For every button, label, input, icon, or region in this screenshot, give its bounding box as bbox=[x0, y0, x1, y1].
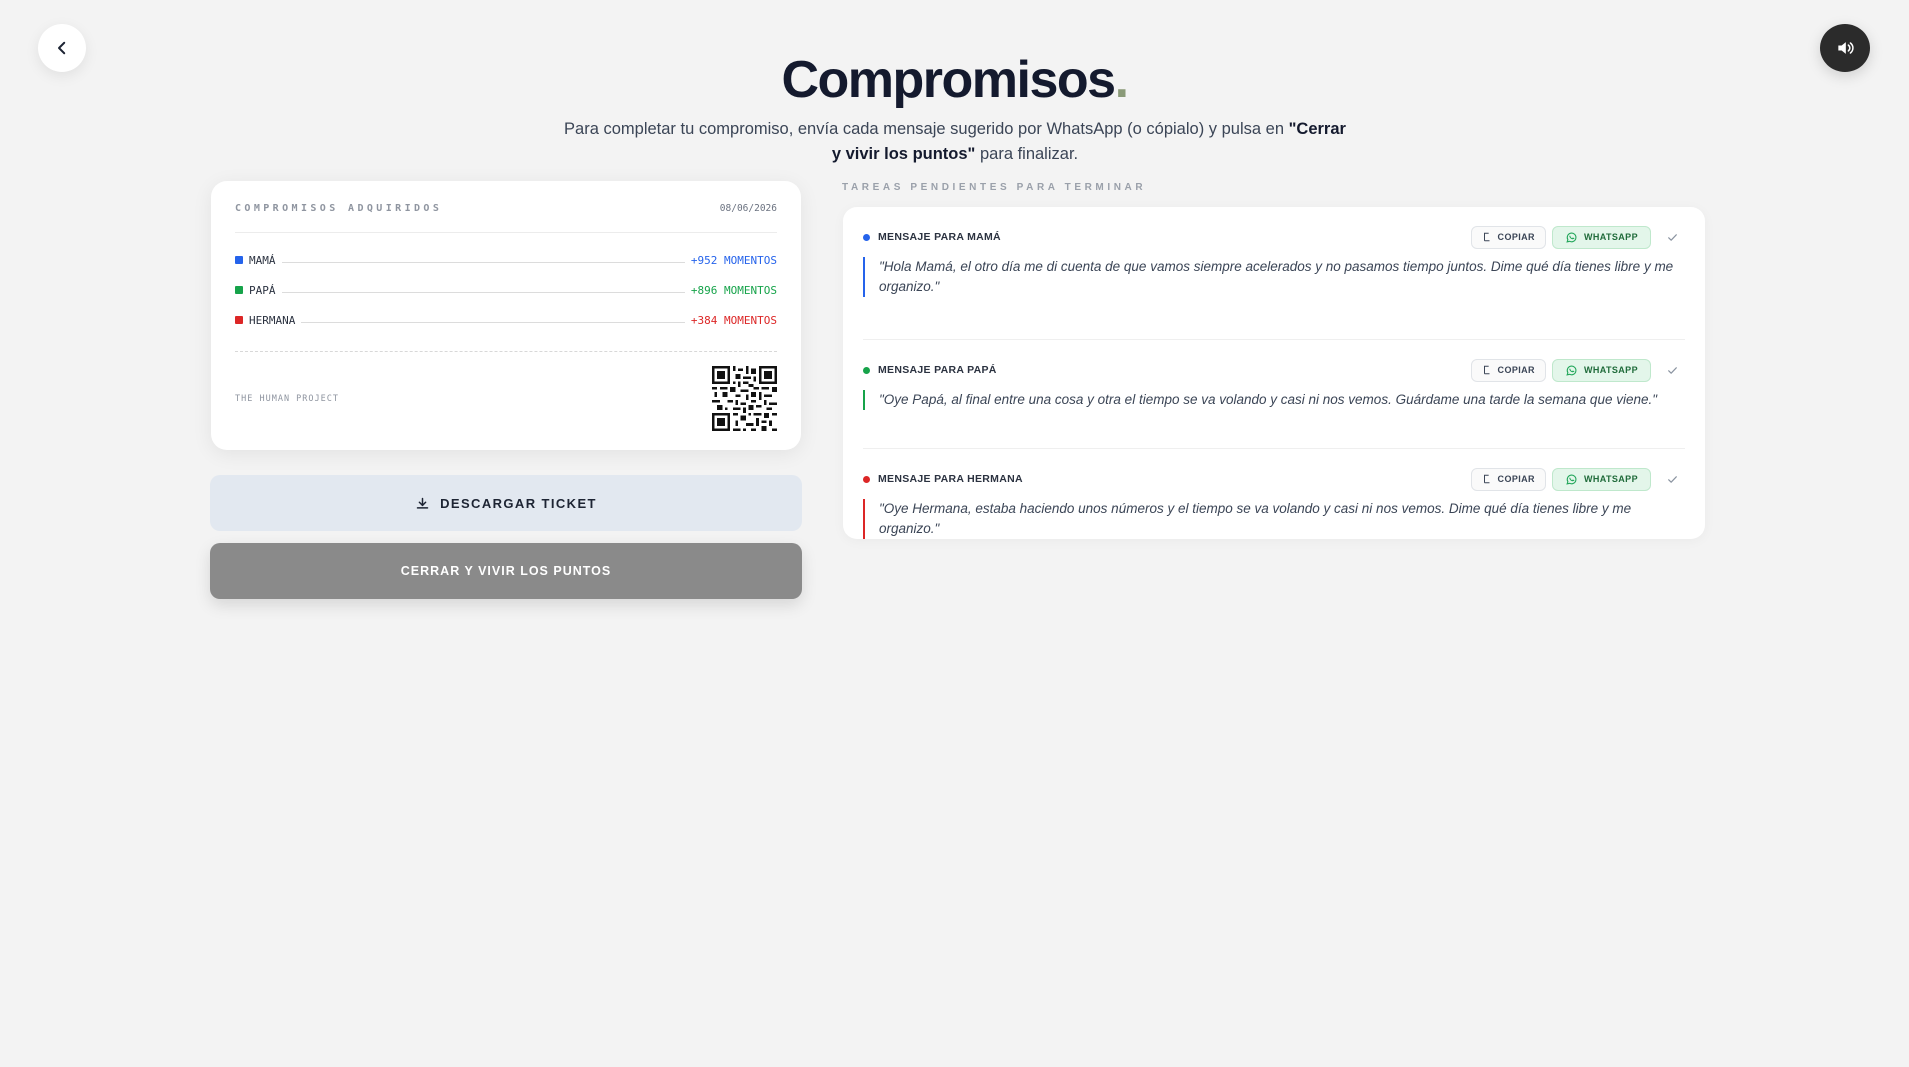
page-subtitle: Para completar tu compromiso, envía cada… bbox=[564, 120, 1346, 163]
check-icon bbox=[1667, 366, 1677, 374]
copy-label: COPIAR bbox=[1497, 365, 1535, 375]
suggested-message: "Oye Hermana, estaba haciendo unos númer… bbox=[863, 499, 1685, 539]
ticket-row-name: HERMANA bbox=[249, 313, 296, 327]
ticket-row-papa: PAPÁ +896 MOMENTOS bbox=[235, 275, 777, 305]
mark-done-button[interactable] bbox=[1663, 470, 1681, 488]
title-dot: . bbox=[1114, 51, 1129, 109]
copy-icon bbox=[1483, 365, 1490, 375]
ticket-row-name: PAPÁ bbox=[249, 283, 276, 297]
ticket-row-name: MAMÁ bbox=[249, 253, 276, 267]
whatsapp-button[interactable]: WHATSAPP bbox=[1551, 467, 1651, 491]
suggested-message: "Hola Mamá, el otro día me di cuenta de … bbox=[863, 257, 1685, 297]
ticket-row-leader bbox=[281, 291, 685, 293]
ticket-rows: MAMÁ +952 MOMENTOS PAPÁ +896 MOMENTOS HE… bbox=[235, 233, 777, 335]
ticket-row-leader bbox=[301, 321, 685, 323]
copy-icon bbox=[1483, 474, 1490, 484]
task-message-mama: MENSAJE PARA MAMÁ COPIAR WHATSAPP "Hola … bbox=[863, 221, 1685, 340]
download-icon bbox=[416, 497, 429, 509]
tasks-heading: TAREAS PENDIENTES PARA TERMINAR bbox=[842, 182, 1147, 193]
task-status-dot bbox=[863, 366, 870, 374]
whatsapp-button[interactable]: WHATSAPP bbox=[1551, 225, 1651, 249]
close-and-live-points-button[interactable]: CERRAR Y VIVIR LOS PUNTOS bbox=[210, 543, 802, 599]
ticket-row-value: +952 MOMENTOS bbox=[690, 253, 777, 267]
copy-label: COPIAR bbox=[1497, 474, 1535, 484]
ticket-row-color-marker bbox=[235, 256, 243, 264]
ticket-row-color-marker bbox=[235, 286, 243, 294]
close-and-live-points-label: CERRAR Y VIVIR LOS PUNTOS bbox=[400, 564, 612, 578]
check-icon bbox=[1667, 475, 1677, 483]
page-title: Compromisos. bbox=[781, 51, 1129, 109]
ticket-row-value: +384 MOMENTOS bbox=[690, 313, 777, 327]
qr-code-icon bbox=[712, 366, 777, 431]
task-label: MENSAJE PARA PAPÁ bbox=[878, 364, 997, 376]
whatsapp-label: WHATSAPP bbox=[1583, 474, 1638, 484]
ticket-row-mama: MAMÁ +952 MOMENTOS bbox=[235, 245, 777, 275]
task-status-dot bbox=[863, 233, 870, 241]
check-icon bbox=[1667, 233, 1677, 241]
copy-button[interactable]: COPIAR bbox=[1470, 467, 1546, 491]
whatsapp-button[interactable]: WHATSAPP bbox=[1551, 358, 1651, 382]
whatsapp-icon bbox=[1566, 232, 1577, 243]
whatsapp-label: WHATSAPP bbox=[1583, 365, 1638, 375]
ticket-date: 08/06/2026 bbox=[719, 203, 777, 214]
copy-button[interactable]: COPIAR bbox=[1470, 225, 1546, 249]
task-message-papa: MENSAJE PARA PAPÁ COPIAR WHATSAPP "Oye P… bbox=[863, 354, 1685, 449]
task-label: MENSAJE PARA HERMANA bbox=[878, 473, 1023, 485]
whatsapp-label: WHATSAPP bbox=[1583, 232, 1638, 242]
whatsapp-icon bbox=[1566, 365, 1577, 376]
copy-label: COPIAR bbox=[1497, 232, 1535, 242]
brand-label: THE HUMAN PROJECT bbox=[235, 393, 339, 404]
copy-button[interactable]: COPIAR bbox=[1470, 358, 1546, 382]
ticket-row-color-marker bbox=[235, 316, 243, 324]
ticket-row-hermana: HERMANA +384 MOMENTOS bbox=[235, 305, 777, 335]
pending-tasks-card: MENSAJE PARA MAMÁ COPIAR WHATSAPP "Hola … bbox=[843, 207, 1705, 539]
commitments-ticket: COMPROMISOS ADQUIRIDOS 08/06/2026 MAMÁ +… bbox=[211, 181, 801, 450]
ticket-row-value: +896 MOMENTOS bbox=[690, 283, 777, 297]
task-status-dot bbox=[863, 475, 870, 483]
copy-icon bbox=[1483, 232, 1490, 242]
task-message-hermana: MENSAJE PARA HERMANA COPIAR WHATSAPP "Oy… bbox=[863, 463, 1685, 581]
suggested-message: "Oye Papá, al final entre una cosa y otr… bbox=[863, 390, 1685, 410]
task-label: MENSAJE PARA MAMÁ bbox=[878, 231, 1001, 243]
mark-done-button[interactable] bbox=[1663, 361, 1681, 379]
whatsapp-icon bbox=[1566, 474, 1577, 485]
download-ticket-button[interactable]: DESCARGAR TICKET bbox=[210, 475, 802, 531]
download-ticket-label: DESCARGAR TICKET bbox=[440, 495, 597, 511]
mark-done-button[interactable] bbox=[1663, 228, 1681, 246]
ticket-row-leader bbox=[281, 261, 685, 263]
ticket-heading: COMPROMISOS ADQUIRIDOS bbox=[235, 203, 443, 214]
